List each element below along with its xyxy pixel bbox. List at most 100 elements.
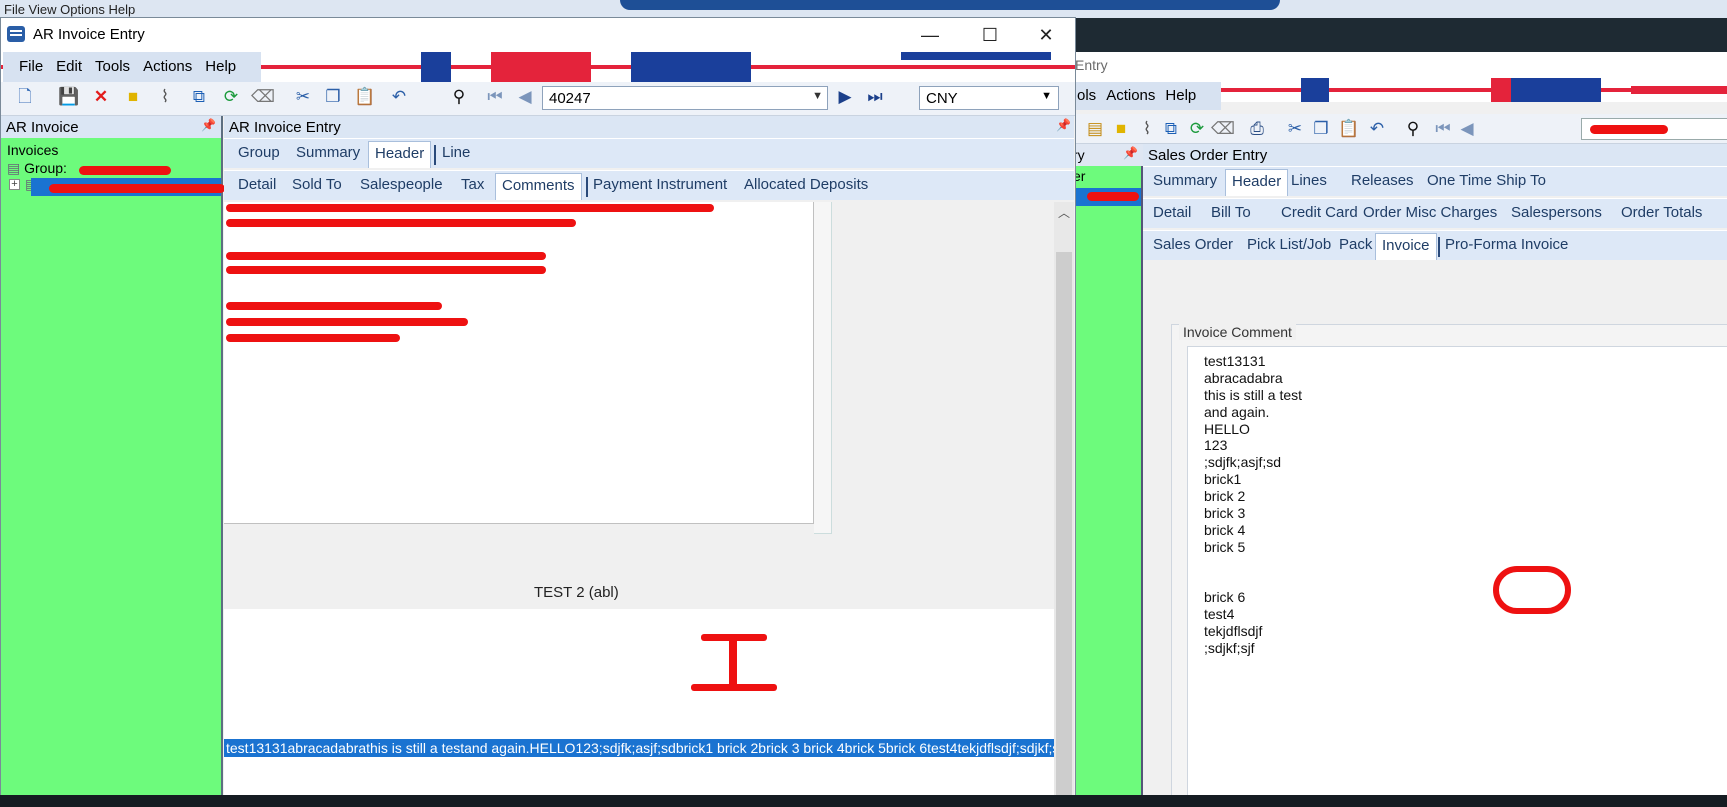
tab-order-misc-charges[interactable]: Order Misc Charges	[1363, 204, 1497, 221]
menu-actions[interactable]: Actions	[143, 58, 192, 75]
close-button[interactable]: ✕	[1031, 22, 1061, 48]
tab-sold-to[interactable]: Sold To	[292, 176, 342, 193]
tree-group-node[interactable]: ▤ Group:	[7, 160, 67, 177]
chevron-down-icon[interactable]: ▼	[1041, 90, 1052, 102]
comment-textarea[interactable]	[224, 202, 814, 524]
cut-icon[interactable]: ✂	[293, 87, 313, 107]
new-document-icon[interactable]: ▤	[1085, 119, 1105, 139]
tab-one-time-ship-to[interactable]: One Time Ship To	[1427, 172, 1546, 189]
tab-salespersons[interactable]: Salespersons	[1511, 204, 1602, 221]
invoice-comment-line: brick 6	[1204, 589, 1246, 606]
tab-summary[interactable]: Summary	[296, 144, 360, 161]
tab-sales-order[interactable]: Sales Order	[1153, 236, 1233, 253]
undo-icon[interactable]: ↶	[1367, 119, 1387, 139]
eraser-icon[interactable]: ⌫	[1211, 119, 1235, 139]
tab-header[interactable]: Header	[1225, 169, 1289, 196]
nav-selected-row[interactable]	[1073, 188, 1141, 206]
copy-doc-icon[interactable]: ⧉	[1161, 119, 1181, 139]
refresh-icon[interactable]: ⟳	[1187, 119, 1207, 139]
tab-bill-to[interactable]: Bill To	[1211, 204, 1251, 221]
prev-record-icon[interactable]: ◀	[1457, 119, 1477, 139]
paste-icon[interactable]: 📋	[1338, 119, 1359, 139]
copy-icon[interactable]: ❐	[323, 87, 343, 107]
tab-header[interactable]: Header	[368, 141, 432, 168]
expand-icon[interactable]: +	[9, 179, 20, 190]
invoice-comment-textarea[interactable]: test13131 abracadabra this is still a test…	[1187, 346, 1727, 800]
tab-payment-instrument[interactable]: Payment Instrument	[593, 176, 727, 193]
prev-record-icon[interactable]: ◀	[515, 87, 535, 107]
tab-comments[interactable]: Comments	[495, 173, 582, 200]
record-search-input[interactable]	[1581, 118, 1727, 140]
tab-line[interactable]: Line	[442, 144, 470, 161]
minimize-button[interactable]: —	[915, 22, 945, 48]
tab-summary[interactable]: Summary	[1153, 172, 1217, 189]
copy-doc-icon[interactable]: ⧉	[189, 87, 209, 107]
tab-order-totals[interactable]: Order Totals	[1621, 204, 1702, 221]
pin-icon[interactable]: 📌	[1056, 118, 1071, 132]
menu-actions[interactable]: Actions	[1106, 87, 1155, 104]
first-record-icon[interactable]: ⏮	[485, 87, 505, 107]
navigation-panel-header: AR Invoice 📌	[1, 116, 221, 138]
refresh-icon[interactable]: ⟳	[221, 87, 241, 107]
tab-tax[interactable]: Tax	[461, 176, 484, 193]
navigation-panel-title: AR Invoice	[6, 119, 79, 136]
tab-group[interactable]: Group	[238, 144, 280, 161]
cut-icon[interactable]: ✂	[1285, 119, 1305, 139]
scrollbar-thumb[interactable]	[1056, 252, 1072, 800]
tab-allocated-deposits[interactable]: Allocated Deposits	[744, 176, 868, 193]
last-record-icon[interactable]: ⏭	[865, 87, 885, 107]
chevron-down-icon[interactable]: ▼	[812, 90, 823, 102]
redaction-mark	[226, 252, 546, 260]
redaction-mark	[226, 302, 442, 310]
attach-icon[interactable]: ⌇	[155, 87, 175, 107]
pin-icon[interactable]: 📌	[201, 118, 216, 132]
invoice-number-combo[interactable]: 40247 ▼	[542, 86, 828, 110]
next-record-icon[interactable]: ▶	[835, 87, 855, 107]
folder-icon[interactable]: ■	[1111, 119, 1131, 139]
tab-credit-card[interactable]: Credit Card	[1281, 204, 1358, 221]
scroll-up-icon[interactable]: ︿	[1058, 204, 1070, 221]
currency-combo[interactable]: CNY ▼	[919, 86, 1059, 110]
menu-tools[interactable]: ols	[1077, 87, 1096, 104]
comment-preview-area[interactable]	[224, 609, 1054, 801]
document-icon: ▤	[7, 160, 21, 176]
new-document-icon[interactable]: 🗋	[15, 87, 35, 107]
vertical-scrollbar[interactable]: ︿	[1054, 202, 1074, 800]
attach-icon[interactable]: ⌇	[1137, 119, 1157, 139]
menu-help[interactable]: Help	[1165, 87, 1196, 104]
panel-title: Sales Order Entry	[1143, 144, 1727, 166]
maximize-button[interactable]: ☐	[975, 22, 1005, 48]
tab-salespeople[interactable]: Salespeople	[360, 176, 443, 193]
paste-icon[interactable]: 📋	[354, 87, 375, 107]
copy-icon[interactable]: ❐	[1311, 119, 1331, 139]
tab-lines[interactable]: Lines	[1291, 172, 1327, 189]
binoculars-icon[interactable]: ⚲	[1403, 119, 1423, 139]
tab-pick-list-job[interactable]: Pick List/Job	[1247, 236, 1331, 253]
binoculars-icon[interactable]: ⚲	[449, 87, 469, 107]
redaction-mark	[226, 219, 576, 227]
tab-invoice[interactable]: Invoice	[1375, 233, 1437, 260]
tab-detail[interactable]: Detail	[238, 176, 276, 193]
delete-icon[interactable]: ✕	[91, 87, 111, 107]
selected-comment-text[interactable]: test13131abracadabrathis is still a test…	[224, 739, 1054, 757]
tab-detail[interactable]: Detail	[1153, 204, 1191, 221]
menu-edit[interactable]: Edit	[56, 58, 82, 75]
tree-root-invoices[interactable]: Invoices	[7, 142, 58, 158]
tab-row-secondary: Detail Bill To Credit Card Order Misc Ch…	[1143, 198, 1727, 228]
tab-pack[interactable]: Pack	[1339, 236, 1372, 253]
undo-icon[interactable]: ↶	[389, 87, 409, 107]
eraser-icon[interactable]: ⌫	[251, 87, 275, 107]
menu-help[interactable]: Help	[205, 58, 236, 75]
menu-file[interactable]: File	[19, 58, 43, 75]
invoice-comment-line: HELLO	[1204, 420, 1250, 437]
tab-releases[interactable]: Releases	[1351, 172, 1414, 189]
tab-pro-forma-invoice[interactable]: Pro-Forma Invoice	[1445, 236, 1568, 253]
pin-icon[interactable]: 📌	[1123, 146, 1138, 160]
save-icon[interactable]: 💾	[58, 87, 79, 107]
invoice-comment-line: brick 4	[1204, 521, 1246, 538]
first-record-icon[interactable]: ⏮	[1433, 119, 1453, 139]
navigation-panel-header: ry 📌	[1071, 144, 1143, 166]
print-icon[interactable]: ⎙	[1247, 119, 1267, 139]
menu-tools[interactable]: Tools	[95, 58, 130, 75]
folder-icon[interactable]: ■	[123, 87, 143, 107]
